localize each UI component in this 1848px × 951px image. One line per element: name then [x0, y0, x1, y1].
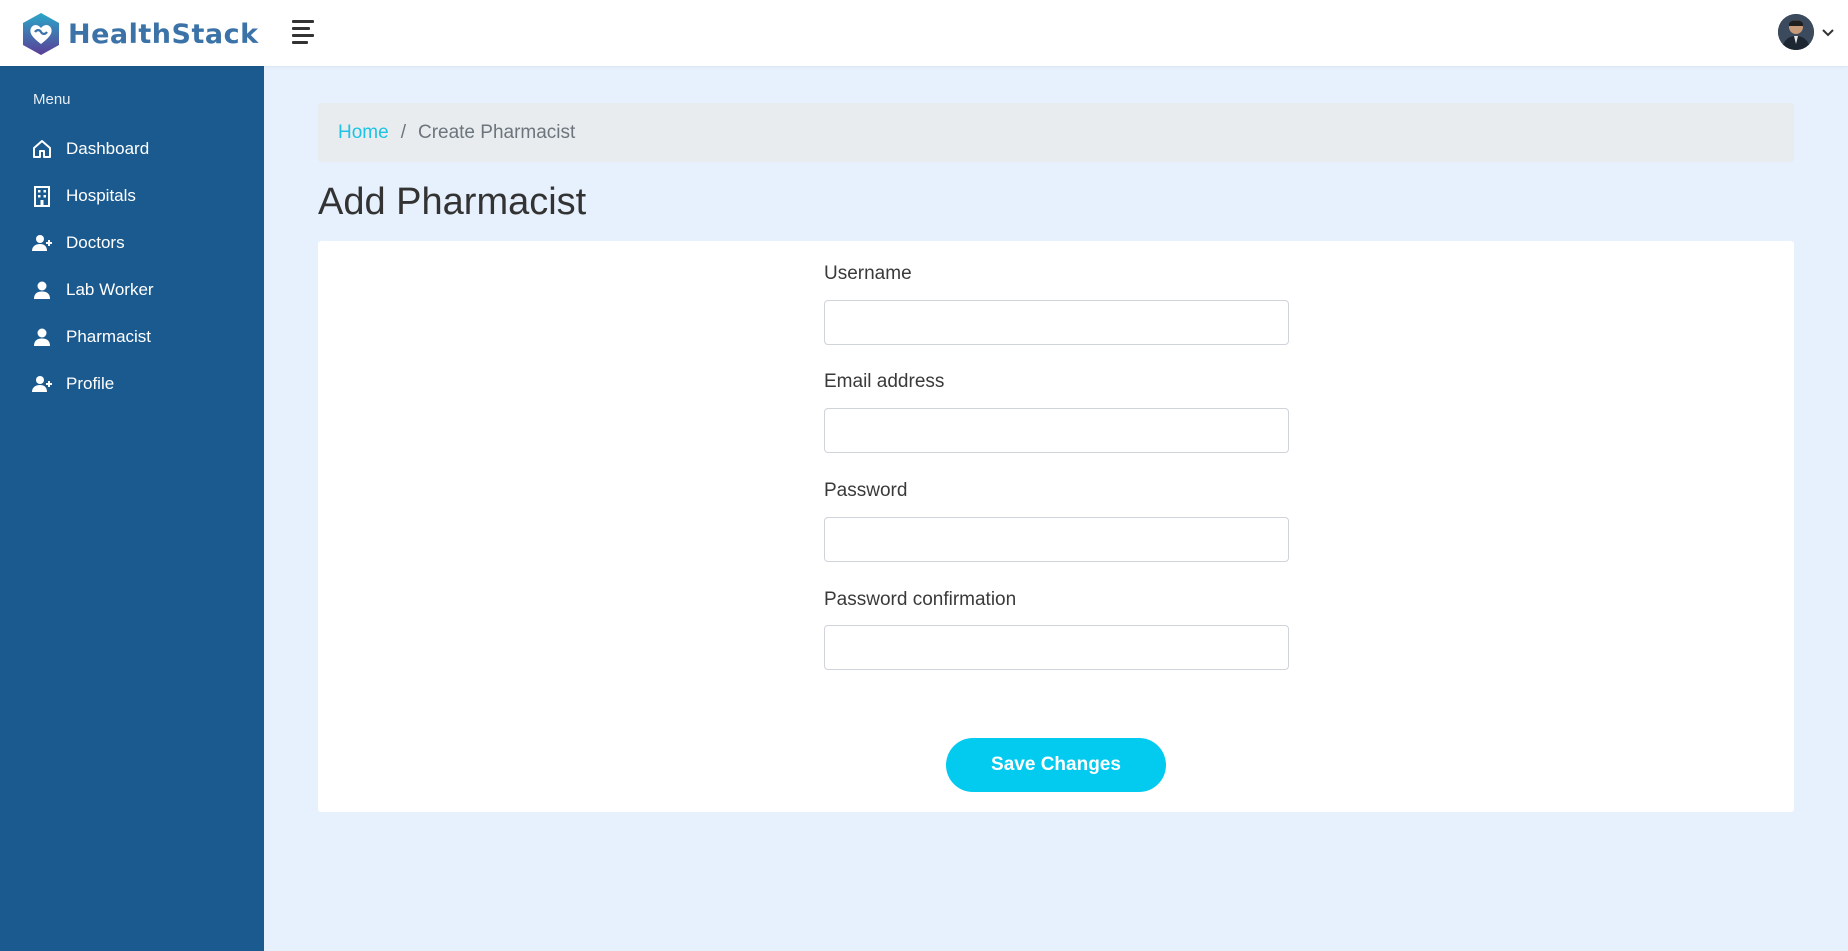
- user-icon: [31, 279, 53, 301]
- breadcrumb-current: Create Pharmacist: [417, 121, 576, 143]
- sidebar-item-label: Doctors: [66, 232, 125, 252]
- chevron-down-icon: [1822, 29, 1834, 37]
- sidebar-item-label: Pharmacist: [66, 326, 152, 346]
- email-input[interactable]: [824, 408, 1289, 453]
- top-navbar: HealthStack: [0, 0, 1848, 66]
- save-changes-button[interactable]: Save Changes: [946, 738, 1166, 792]
- sidebar-item-lab-worker[interactable]: Lab Worker: [0, 266, 264, 313]
- sidebar-item-pharmacist[interactable]: Pharmacist: [0, 313, 264, 360]
- email-label: Email address: [824, 371, 945, 392]
- sidebar-item-label: Lab Worker: [66, 279, 154, 299]
- brand-logo[interactable]: HealthStack: [20, 11, 259, 57]
- user-avatar-icon: [1778, 14, 1814, 50]
- user-icon: [31, 326, 53, 348]
- sidebar-item-profile[interactable]: Profile: [0, 360, 264, 407]
- sidebar-item-doctors[interactable]: Doctors: [0, 219, 264, 266]
- avatar: [1778, 14, 1814, 50]
- user-plus-icon: [31, 232, 53, 254]
- sidebar-item-hospitals[interactable]: Hospitals: [0, 172, 264, 219]
- breadcrumb-home-link[interactable]: Home: [338, 122, 389, 144]
- breadcrumb-separator: /: [400, 121, 406, 143]
- sidebar-nav: Dashboard Hospitals Doctors Lab Worker P…: [0, 125, 264, 407]
- password-confirmation-input[interactable]: [824, 625, 1289, 670]
- sidebar-item-label: Dashboard: [66, 138, 150, 158]
- sidebar-menu-title: Menu: [33, 91, 71, 108]
- username-label: Username: [824, 263, 912, 284]
- password-input[interactable]: [824, 517, 1289, 562]
- password-label: Password: [824, 480, 908, 501]
- password-confirmation-label: Password confirmation: [824, 589, 1017, 610]
- sidebar-item-label: Profile: [66, 373, 115, 393]
- sidebar-item-dashboard[interactable]: Dashboard: [0, 125, 264, 172]
- home-icon: [31, 138, 53, 160]
- user-menu-toggle[interactable]: [1778, 14, 1836, 50]
- building-icon: [31, 185, 53, 207]
- heart-shield-logo-icon: [23, 13, 59, 55]
- brand-name: HealthStack: [68, 18, 259, 50]
- hamburger-icon[interactable]: [292, 20, 322, 46]
- username-input[interactable]: [824, 300, 1289, 345]
- page-title: Add Pharmacist: [318, 181, 587, 223]
- sidebar-item-label: Hospitals: [66, 185, 136, 205]
- user-plus-icon: [31, 373, 53, 395]
- breadcrumb: Home / Create Pharmacist: [318, 103, 1794, 162]
- add-pharmacist-form: Username Email address Password Password…: [318, 241, 1794, 812]
- sidebar: Menu Dashboard Hospitals Doctors Lab Wor…: [0, 66, 264, 951]
